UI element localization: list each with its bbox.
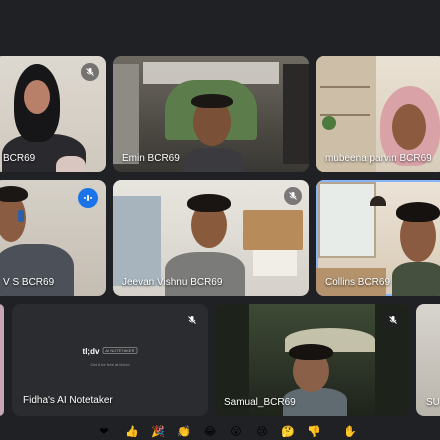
participant-name: Jeevan Vishnu BCR69 xyxy=(122,277,223,288)
participant-name: Samual_BCR69 xyxy=(224,397,296,408)
participant-tile-active[interactable]: Collins BCR69 xyxy=(316,180,440,296)
participant-video xyxy=(396,202,440,222)
laugh-reaction-button[interactable]: 😂 xyxy=(202,424,218,440)
participant-video xyxy=(0,244,74,296)
party-popper-reaction-button[interactable]: 🎉 xyxy=(150,424,166,440)
raised-hand-button[interactable]: ✋ xyxy=(342,424,358,440)
sad-reaction-button[interactable]: 😢 xyxy=(254,424,270,440)
participant-video xyxy=(318,182,376,258)
participant-tile[interactable]: mubeena parvin BCR69 xyxy=(316,56,440,172)
lamp-decor xyxy=(370,196,386,206)
participant-name: BCR69 xyxy=(3,153,36,164)
participant-tile[interactable]: Emin BCR69 xyxy=(113,56,309,172)
notetaker-subtitle: Get it for free at tldv.io xyxy=(90,362,130,368)
participant-name: Emin BCR69 xyxy=(122,153,180,164)
participant-video xyxy=(24,80,50,114)
participant-tile[interactable]: BCR69 xyxy=(0,56,106,172)
participant-tile[interactable]: V S BCR69 xyxy=(0,180,106,296)
participant-video xyxy=(56,156,86,172)
participant-video xyxy=(283,64,309,164)
clap-reaction-button[interactable]: 👏 xyxy=(176,424,192,440)
participant-tile[interactable]: tl;dv AI NOTETAKER Get it for free at tld… xyxy=(12,304,208,416)
participant-video xyxy=(113,64,139,164)
mic-off-icon xyxy=(81,63,99,81)
notetaker-badge: AI NOTETAKER xyxy=(102,346,138,354)
participant-video xyxy=(187,194,231,212)
participant-name: SU xyxy=(426,397,440,408)
participant-video xyxy=(392,262,440,296)
participant-video xyxy=(183,148,243,172)
participant-grid: BCR69 Emin BCR69 mubeena parvin BCR69 V … xyxy=(0,0,440,440)
mic-off-icon xyxy=(284,187,302,205)
thumbs-up-reaction-button[interactable]: 👍 xyxy=(124,424,140,440)
participant-video xyxy=(253,250,297,276)
mic-off-icon xyxy=(183,311,201,329)
notetaker-logo-text: tl;dv xyxy=(82,347,100,357)
participant-name: Fidha's AI Notetaker xyxy=(23,395,113,406)
surprised-reaction-button[interactable]: 😮 xyxy=(228,424,244,440)
reaction-bar: ❤ 👍 🎉 👏 😂 😮 😢 🤔 👎 ✋ xyxy=(0,420,440,440)
participant-video xyxy=(113,196,161,286)
participant-video xyxy=(165,252,245,296)
headphone-icon xyxy=(18,210,24,222)
thinking-reaction-button[interactable]: 🤔 xyxy=(280,424,296,440)
participant-tile[interactable]: Jeevan Vishnu BCR69 xyxy=(113,180,309,296)
thumbs-down-reaction-button[interactable]: 👎 xyxy=(306,424,322,440)
participant-name: V S BCR69 xyxy=(3,277,55,288)
participant-video xyxy=(320,86,370,88)
speaking-indicator-icon xyxy=(78,188,98,208)
heart-reaction-button[interactable]: ❤ xyxy=(96,424,112,440)
participant-video xyxy=(392,104,426,150)
participant-tile[interactable]: Samual_BCR69 xyxy=(215,304,409,416)
participant-name: Collins BCR69 xyxy=(325,277,391,288)
participant-video xyxy=(0,186,28,202)
participant-video xyxy=(289,344,333,360)
participant-tile-partial[interactable]: SU xyxy=(416,304,440,416)
mic-off-icon xyxy=(384,311,402,329)
participant-video xyxy=(243,210,303,250)
participant-video xyxy=(191,94,233,108)
notetaker-logo: tl;dv AI NOTETAKER Get it for free at tld… xyxy=(83,341,138,367)
participant-tile-partial[interactable] xyxy=(0,304,4,416)
participant-video xyxy=(322,116,336,130)
participant-name: mubeena parvin BCR69 xyxy=(325,153,432,164)
